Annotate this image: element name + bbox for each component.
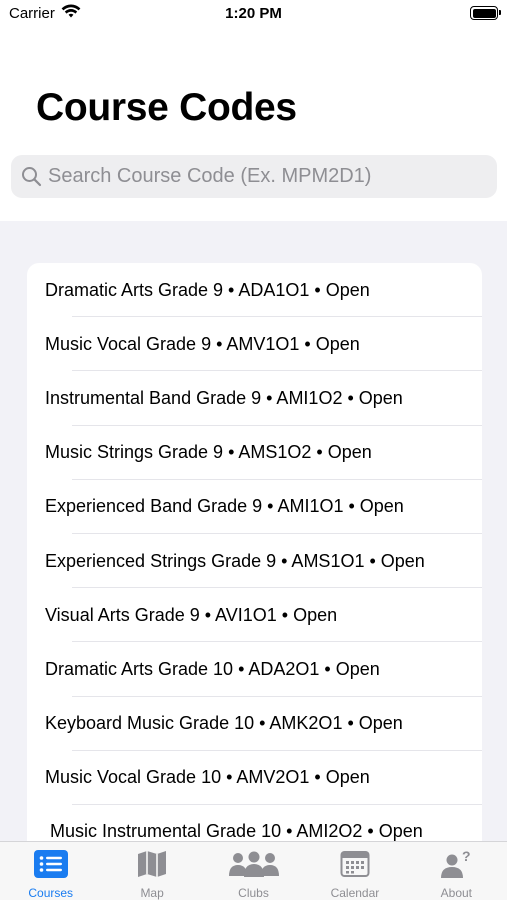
list-item[interactable]: Keyboard Music Grade 10 • AMK2O1 • Open (27, 697, 482, 751)
list-item[interactable]: Music Strings Grade 9 • AMS1O2 • Open (27, 426, 482, 480)
course-list: Dramatic Arts Grade 9 • ADA1O1 • Open Mu… (27, 263, 482, 841)
calendar-icon (340, 851, 370, 877)
search-icon (22, 167, 42, 187)
list-item[interactable]: Visual Arts Grade 9 • AVI1O1 • Open (27, 588, 482, 643)
course-list-area[interactable]: Dramatic Arts Grade 9 • ADA1O1 • Open Mu… (0, 221, 507, 841)
list-icon (33, 850, 68, 878)
tab-label: Map (140, 886, 164, 900)
list-item[interactable]: Music Vocal Grade 9 • AMV1O1 • Open (27, 317, 482, 372)
tab-label: About (440, 886, 472, 900)
list-item[interactable]: Dramatic Arts Grade 9 • ADA1O1 • Open (27, 263, 482, 318)
battery-icon (470, 6, 501, 20)
status-bar: Carrier 1:20 PM (0, 0, 507, 30)
list-item[interactable]: Dramatic Arts Grade 10 • ADA2O1 • Open (27, 642, 482, 697)
search-bar[interactable] (11, 155, 497, 198)
tab-courses[interactable]: Courses (0, 842, 101, 900)
tab-label: Calendar (330, 886, 380, 900)
tab-about[interactable]: ? About (406, 842, 507, 900)
search-input[interactable] (48, 155, 488, 198)
clock-time: 1:20 PM (225, 5, 282, 22)
tab-map[interactable]: Map (101, 842, 202, 900)
tab-calendar[interactable]: Calendar (304, 842, 405, 900)
page-title: Course Codes (36, 86, 297, 129)
list-item[interactable]: Music Vocal Grade 10 • AMV2O1 • Open (27, 751, 482, 806)
tab-label: Courses (28, 886, 74, 900)
svg-text:?: ? (462, 849, 471, 864)
list-item[interactable]: Music Instrumental Grade 10 • AMI2O2 • O… (27, 805, 482, 841)
list-item[interactable]: Experienced Band Grade 9 • AMI1O1 • Open (27, 480, 482, 535)
map-icon (138, 851, 167, 877)
tab-bar: Courses Map Clubs Calendar ? About (0, 841, 507, 900)
tab-clubs[interactable]: Clubs (203, 842, 304, 900)
person-question-icon: ? (441, 849, 471, 878)
people-icon (228, 851, 279, 877)
list-item[interactable]: Experienced Strings Grade 9 • AMS1O1 • O… (27, 534, 482, 589)
list-item[interactable]: Instrumental Band Grade 9 • AMI1O2 • Ope… (27, 371, 482, 426)
tab-label: Clubs (238, 886, 269, 900)
header: Course Codes (0, 30, 507, 221)
